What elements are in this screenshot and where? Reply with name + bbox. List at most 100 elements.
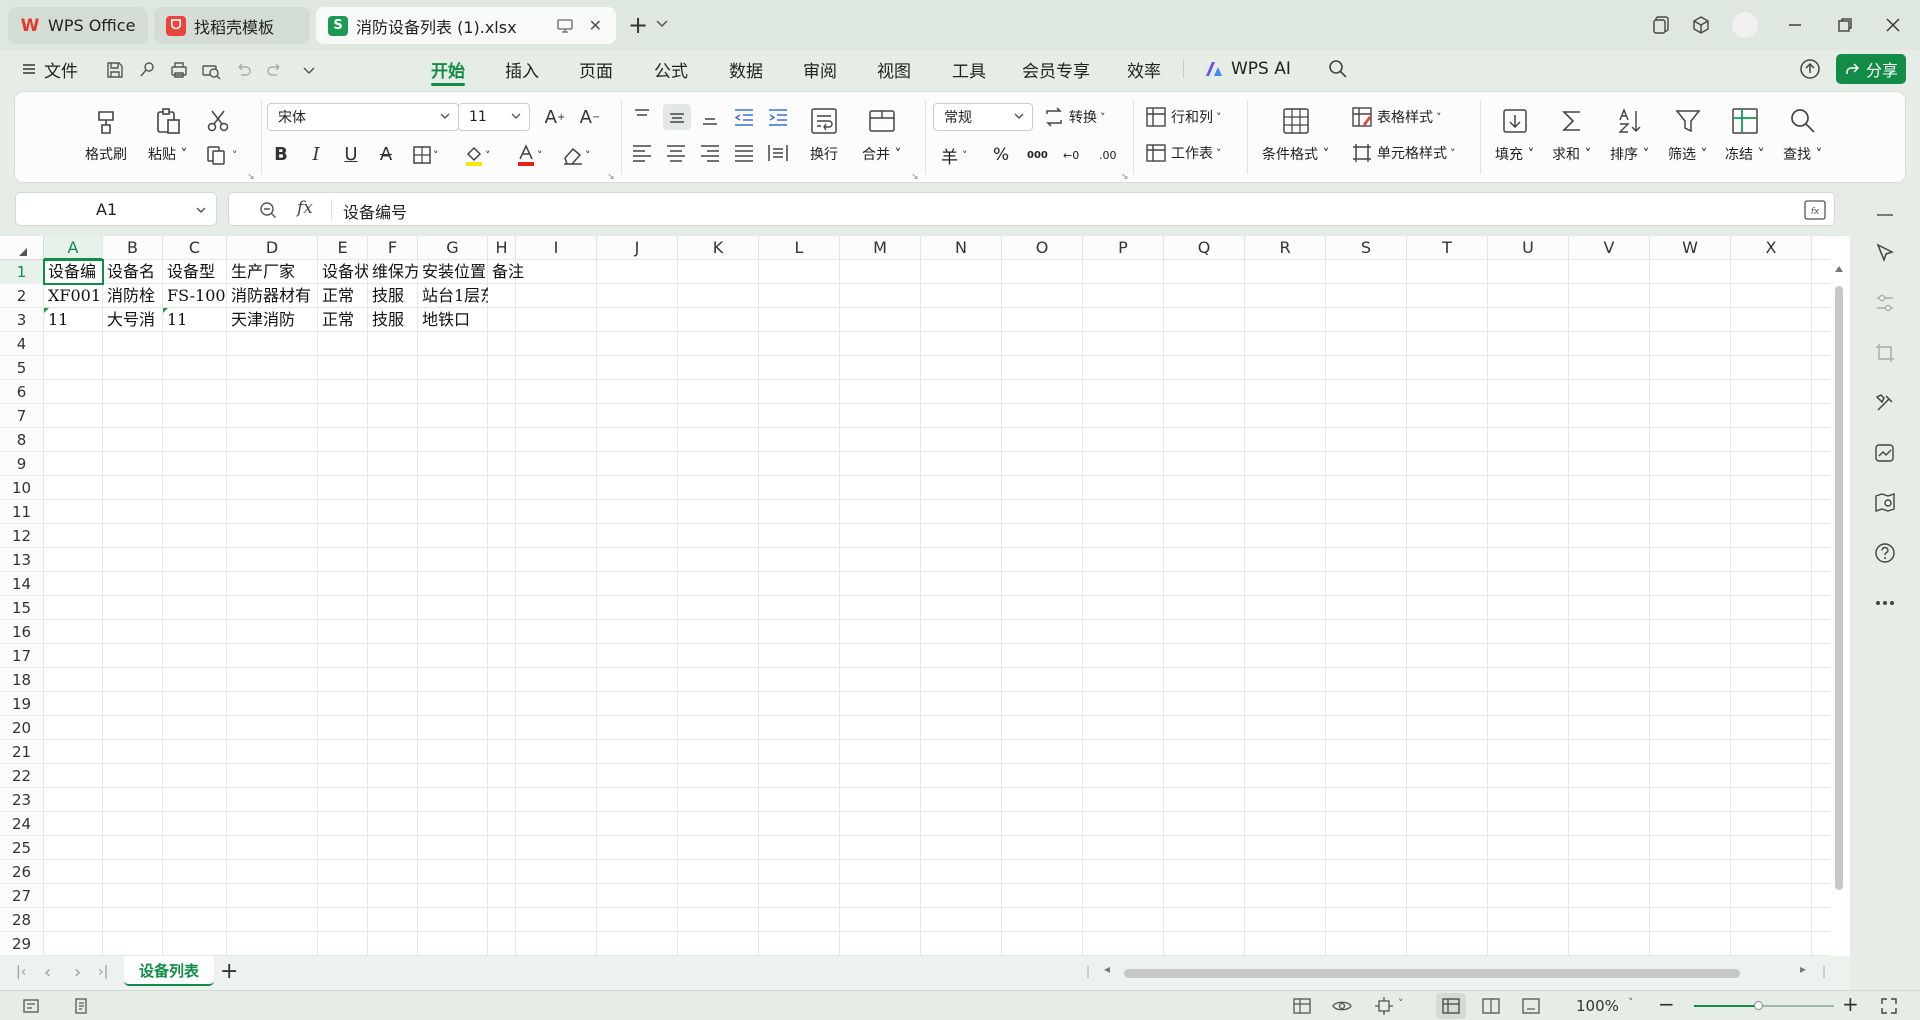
vertical-scroll-thumb[interactable]	[1835, 286, 1843, 890]
link-icon[interactable]	[136, 59, 158, 81]
notes-icon[interactable]	[72, 997, 90, 1015]
tab-list-chevron-icon[interactable]	[654, 14, 670, 34]
zoom-formula-icon[interactable]	[259, 201, 277, 219]
menu-tab-efficiency[interactable]: 效率	[1118, 50, 1170, 88]
cell-f1[interactable]: 维保方	[368, 260, 418, 284]
zoom-in-icon[interactable]: +	[1842, 992, 1859, 1016]
formula-input[interactable]: 设备编号	[343, 199, 407, 223]
cell-b2[interactable]: 消防栓	[103, 284, 163, 308]
monitor-icon[interactable]	[556, 17, 574, 35]
menu-tab-view[interactable]: 视图	[868, 50, 920, 88]
crosshair-icon[interactable]	[1374, 996, 1394, 1016]
zoom-level[interactable]: 100%	[1576, 997, 1619, 1015]
font-size-select[interactable]: 11	[458, 103, 530, 131]
group-launcher-icon[interactable]: ↘	[1121, 172, 1129, 182]
fill-color-button[interactable]: ˅	[463, 142, 491, 168]
chart-analysis-icon[interactable]	[1872, 440, 1898, 466]
first-sheet-icon[interactable]: |‹	[16, 964, 26, 980]
align-bottom-icon[interactable]	[697, 104, 723, 130]
decrease-decimal-button[interactable]: .00	[1099, 142, 1117, 168]
fx-icon[interactable]: fx	[297, 198, 313, 218]
worksheet-button[interactable]: 工作表 ˅	[1145, 140, 1222, 166]
format-painter-button[interactable]: 格式刷	[85, 104, 127, 164]
bold-button[interactable]: B	[267, 140, 295, 168]
group-launcher-icon[interactable]: ↘	[607, 172, 615, 182]
menu-tab-formula[interactable]: 公式	[645, 50, 697, 88]
zoom-out-icon[interactable]: −	[1658, 992, 1675, 1016]
sort-button[interactable]: 排序 ˅	[1610, 104, 1649, 164]
menu-tab-tools[interactable]: 工具	[943, 50, 995, 88]
select-cursor-icon[interactable]	[1872, 240, 1898, 266]
scroll-up-icon[interactable]	[1835, 266, 1843, 272]
fullscreen-icon[interactable]	[1880, 997, 1898, 1015]
menu-tab-review[interactable]: 审阅	[794, 50, 846, 88]
percent-button[interactable]: %	[993, 142, 1009, 168]
cut-icon[interactable]	[205, 108, 231, 134]
cell-e3[interactable]: 正常	[318, 308, 368, 332]
new-tab-button[interactable]: +	[624, 11, 652, 39]
cell-g2[interactable]: 站台1层东侧	[418, 284, 488, 308]
cell-e1[interactable]: 设备状	[318, 260, 368, 284]
print-preview-icon[interactable]	[200, 59, 222, 81]
italic-button[interactable]: I	[302, 140, 330, 168]
increase-font-icon[interactable]: A +	[541, 103, 569, 131]
scroll-right-icon[interactable]: ▸	[1800, 962, 1806, 976]
scroll-left-icon[interactable]: ◂	[1104, 962, 1110, 976]
increase-indent-icon[interactable]	[765, 104, 791, 130]
menu-tab-data[interactable]: 数据	[720, 50, 772, 88]
tools-icon[interactable]	[1872, 390, 1898, 416]
menu-tab-page[interactable]: 页面	[570, 50, 622, 88]
strikethrough-button[interactable]: A	[372, 140, 400, 168]
copy-icon[interactable]: ˅	[205, 142, 238, 168]
map-search-icon[interactable]	[1872, 490, 1898, 516]
adjust-sliders-icon[interactable]	[1872, 290, 1898, 316]
table-style-button[interactable]: 表格样式 ˅	[1351, 104, 1442, 130]
cell-a1[interactable]: 设备编	[44, 260, 103, 284]
cell-d1[interactable]: 生产厂家	[227, 260, 318, 284]
collapse-panel-icon[interactable]	[1872, 202, 1898, 228]
freeze-button[interactable]: 冻结 ˅	[1725, 104, 1764, 164]
add-sheet-button[interactable]: +	[220, 959, 238, 984]
wrap-text-button[interactable]: 换行	[809, 104, 839, 164]
zoom-slider-thumb[interactable]	[1754, 1001, 1763, 1010]
fill-button[interactable]: 填充 ˅	[1495, 104, 1534, 164]
chevron-down-icon[interactable]: ˅	[1398, 997, 1404, 1010]
font-color-button[interactable]: ˅	[515, 142, 543, 168]
share-button[interactable]: 分享	[1836, 54, 1906, 84]
cell-c1[interactable]: 设备型	[163, 260, 227, 284]
decrease-indent-icon[interactable]	[731, 104, 757, 130]
menu-tab-insert[interactable]: 插入	[496, 50, 548, 88]
cube-icon[interactable]	[1676, 0, 1726, 50]
cell-a3[interactable]: 11	[44, 308, 103, 332]
sum-button[interactable]: 求和 ˅	[1552, 104, 1591, 164]
align-middle-icon[interactable]	[663, 104, 691, 130]
more-icon[interactable]	[1872, 590, 1898, 616]
avatar[interactable]	[1720, 0, 1770, 50]
wps-ai-button[interactable]: WPS AI	[1205, 50, 1291, 88]
cell-b3[interactable]: 大号消	[103, 308, 163, 332]
cell-g3[interactable]: 地铁口	[418, 308, 488, 332]
close-tab-icon[interactable]: ✕	[589, 7, 602, 44]
search-icon[interactable]	[1327, 58, 1349, 80]
spreadsheet-grid[interactable]: ABCDEFGHIJKLMNOPQRSTUVWX 1 2 3 4 5 6 7 8 9 10 11 12…	[0, 236, 1850, 968]
table-view-icon[interactable]	[1292, 996, 1312, 1016]
align-center-icon[interactable]	[663, 140, 689, 166]
border-button[interactable]: ˅	[411, 142, 439, 168]
chevron-down-icon[interactable]: ˅	[1628, 996, 1634, 1009]
clear-format-button[interactable]: ˅	[561, 142, 591, 168]
minimize-icon[interactable]	[1770, 0, 1820, 50]
crop-icon[interactable]	[1872, 340, 1898, 366]
zoom-slider[interactable]	[1694, 1001, 1834, 1010]
quick-access-chevron-icon[interactable]	[298, 59, 320, 81]
eye-icon[interactable]	[1332, 996, 1352, 1016]
cell-c2[interactable]: FS-100	[163, 284, 227, 308]
group-launcher-icon[interactable]: ↘	[911, 172, 919, 182]
horizontal-scroll-thumb[interactable]	[1124, 969, 1740, 978]
page-break-icon[interactable]	[1522, 997, 1540, 1015]
file-menu[interactable]: 文件	[22, 50, 78, 88]
restore-icon[interactable]	[1820, 0, 1870, 50]
align-left-icon[interactable]	[629, 140, 655, 166]
chevron-down-icon[interactable]	[194, 203, 208, 217]
paste-button[interactable]: 粘贴 ˅	[148, 104, 187, 164]
align-right-icon[interactable]	[697, 140, 723, 166]
